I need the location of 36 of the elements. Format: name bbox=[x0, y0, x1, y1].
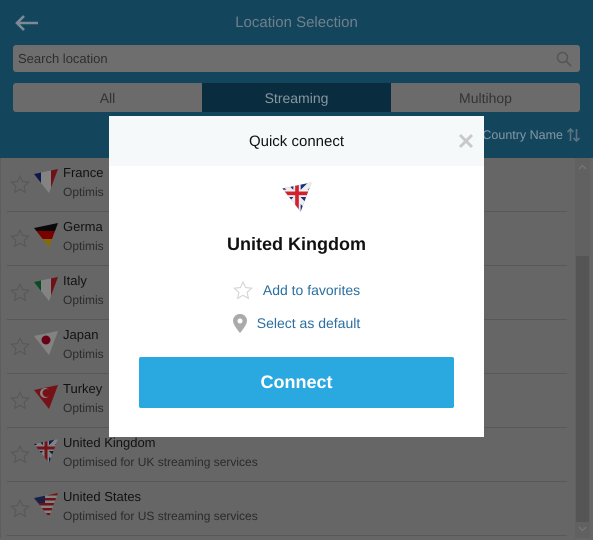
add-to-favorites-link[interactable]: Add to favorites bbox=[232, 275, 360, 305]
dialog-title: Quick connect bbox=[248, 132, 344, 150]
location-description: Optimis bbox=[63, 346, 104, 360]
country-name: United States bbox=[63, 488, 142, 504]
location-description: Optimis bbox=[63, 400, 104, 414]
connect-button[interactable]: Connect bbox=[139, 357, 454, 408]
tab[interactable]: Multihop bbox=[391, 83, 580, 112]
scrollbar[interactable] bbox=[575, 158, 590, 538]
back-arrow-icon[interactable] bbox=[15, 15, 39, 31]
location-description: Optimised for US streaming services bbox=[63, 508, 258, 522]
country-name: France bbox=[63, 164, 104, 180]
country-name: Turkey bbox=[63, 380, 104, 396]
location-pin-icon bbox=[232, 314, 247, 332]
location-description: Optimis bbox=[63, 292, 104, 306]
star-icon bbox=[232, 280, 253, 300]
location-description: Optimised for UK streaming services bbox=[63, 454, 258, 468]
select-as-default-link[interactable]: Select as default bbox=[232, 308, 360, 338]
search-icon bbox=[556, 51, 572, 67]
france-flag-icon bbox=[32, 166, 60, 194]
sort-button[interactable]: Country Name bbox=[482, 128, 563, 142]
search-field[interactable]: Search location bbox=[13, 45, 580, 72]
tab[interactable]: All bbox=[13, 83, 202, 112]
country-name: Japan bbox=[63, 326, 100, 342]
tab[interactable]: Streaming bbox=[202, 83, 391, 112]
location-row[interactable]: United States Optimised for US streaming services bbox=[7, 482, 567, 536]
location-description: Optimis bbox=[63, 184, 104, 198]
italy-flag-icon bbox=[32, 274, 60, 302]
page-title: Location Selection bbox=[235, 14, 358, 31]
germany-flag-icon bbox=[32, 220, 60, 248]
country-name: Italy bbox=[63, 272, 88, 288]
close-icon[interactable] bbox=[458, 133, 474, 149]
country-name: United Kingdom bbox=[227, 234, 366, 255]
sort-icon[interactable] bbox=[567, 128, 580, 142]
country-name: Germa bbox=[63, 218, 104, 234]
location-description: Optimis bbox=[63, 238, 104, 252]
country-name: United Kingdom bbox=[63, 434, 156, 450]
